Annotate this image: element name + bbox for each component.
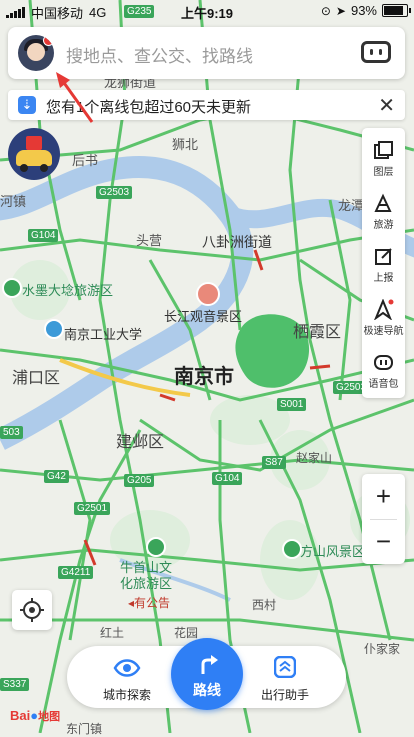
annotation-arrow-icon — [56, 72, 94, 123]
